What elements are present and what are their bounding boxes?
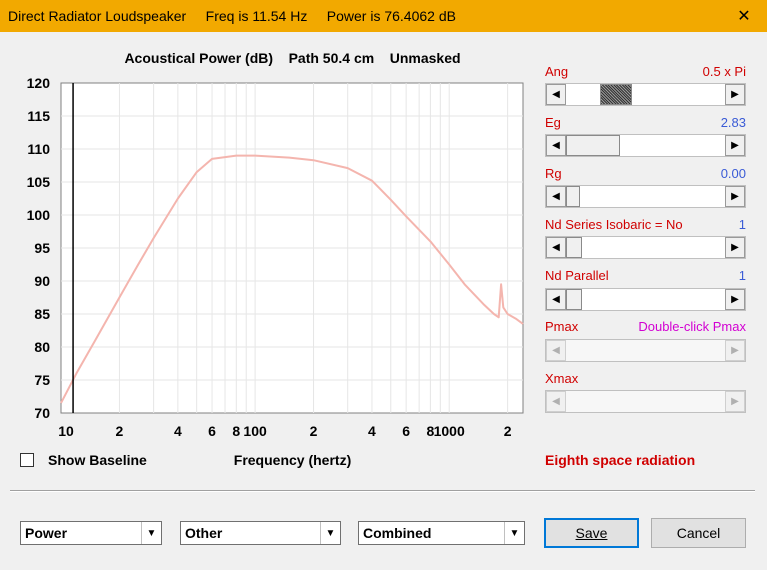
slider-label-ang: Ang <box>545 64 569 79</box>
y-tick-label: 110 <box>27 141 50 157</box>
ang-right-arrow-icon[interactable]: ▶ <box>725 84 745 105</box>
mode-dropdown-value: Power <box>25 525 68 541</box>
ang-slider[interactable]: ◀ ▶ <box>545 83 746 106</box>
combined-dropdown[interactable]: Combined ▼ <box>358 521 525 545</box>
window-title: Direct Radiator Loudspeaker Freq is 11.5… <box>8 8 456 24</box>
close-icon: ✕ <box>737 8 751 25</box>
x-tick-label: 4 <box>174 423 182 439</box>
xmax-slider: ◀ ▶ <box>545 390 746 413</box>
pmax-right-arrow-icon: ▶ <box>725 340 745 361</box>
slider-label-pmax: Pmax <box>545 319 579 334</box>
slider-value-ang: 0.5 x Pi <box>702 64 746 79</box>
cancel-button-label: Cancel <box>676 525 721 541</box>
eg-left-arrow-icon[interactable]: ◀ <box>546 135 566 156</box>
slider-label-xmax: Xmax <box>545 371 579 386</box>
title-bar: Direct Radiator Loudspeaker Freq is 11.5… <box>0 0 767 32</box>
combined-dropdown-value: Combined <box>363 525 432 541</box>
y-tick-label: 85 <box>34 306 50 322</box>
chevron-down-icon[interactable]: ▼ <box>504 522 524 544</box>
radiation-label: Eighth space radiation <box>545 452 696 468</box>
save-button-label: Save <box>575 525 608 541</box>
ang-slider-thumb[interactable] <box>600 84 632 105</box>
ang-left-arrow-icon[interactable]: ◀ <box>546 84 566 105</box>
nd-parallel-right-arrow-icon[interactable]: ▶ <box>725 289 745 310</box>
acoustical-power-chart: 70758085909510010511011512010 2 4 6 8 100 2 4 6 8… <box>27 75 524 439</box>
y-tick-label: 75 <box>34 372 50 388</box>
other-dropdown[interactable]: Other ▼ <box>180 521 341 545</box>
rg-right-arrow-icon[interactable]: ▶ <box>725 186 745 207</box>
slider-label-eg: Eg <box>545 115 561 130</box>
show-baseline-label[interactable]: Show Baseline <box>48 452 147 468</box>
y-tick-label: 115 <box>27 108 50 124</box>
rg-slider-thumb[interactable] <box>566 186 580 207</box>
slider-value-eg: 2.83 <box>720 115 746 130</box>
chevron-down-icon[interactable]: ▼ <box>320 522 340 544</box>
nd-parallel-slider[interactable]: ◀ ▶ <box>545 288 746 311</box>
pmax-left-arrow-icon: ◀ <box>546 340 566 361</box>
y-tick-label: 95 <box>34 240 50 256</box>
x-tick-label: 2 <box>310 423 318 439</box>
save-button[interactable]: Save <box>544 518 639 548</box>
x-tick-label: 6 <box>402 423 410 439</box>
close-button[interactable]: ✕ <box>721 0 767 32</box>
rg-slider[interactable]: ◀ ▶ <box>545 185 746 208</box>
eg-slider[interactable]: ◀ ▶ <box>545 134 746 157</box>
x-tick-label: 6 <box>208 423 216 439</box>
show-baseline-checkbox[interactable] <box>20 453 34 467</box>
other-dropdown-value: Other <box>185 525 223 541</box>
y-tick-label: 90 <box>34 273 50 289</box>
cancel-button[interactable]: Cancel <box>651 518 746 548</box>
x-tick-label: 4 <box>368 423 376 439</box>
nd-series-right-arrow-icon[interactable]: ▶ <box>725 237 745 258</box>
x-tick-label: 8 <box>232 423 240 439</box>
slider-value-nd-parallel: 1 <box>738 268 746 283</box>
separator <box>10 490 755 492</box>
nd-series-left-arrow-icon[interactable]: ◀ <box>546 237 566 258</box>
pmax-slider: ◀ ▶ <box>545 339 746 362</box>
chevron-down-icon[interactable]: ▼ <box>141 522 161 544</box>
slider-label-nd-parallel: Nd Parallel <box>545 268 609 283</box>
y-tick-label: 105 <box>27 174 51 190</box>
x-tick-label: 2 <box>504 423 512 439</box>
xmax-left-arrow-icon: ◀ <box>546 391 566 412</box>
eg-slider-thumb[interactable] <box>566 135 620 156</box>
slider-value-rg: 0.00 <box>720 166 746 181</box>
rg-left-arrow-icon[interactable]: ◀ <box>546 186 566 207</box>
x-tick-label: 100 <box>243 423 267 439</box>
y-tick-label: 80 <box>34 339 50 355</box>
y-tick-label: 70 <box>34 405 50 421</box>
eg-right-arrow-icon[interactable]: ▶ <box>725 135 745 156</box>
nd-parallel-slider-thumb[interactable] <box>566 289 582 310</box>
slider-value-nd-series: 1 <box>738 217 746 232</box>
y-tick-label: 100 <box>27 207 51 223</box>
slider-value-pmax[interactable]: Double-click Pmax <box>626 319 746 334</box>
nd-parallel-left-arrow-icon[interactable]: ◀ <box>546 289 566 310</box>
y-tick-label: 120 <box>27 75 51 91</box>
x-tick-label: 10 <box>58 423 74 439</box>
x-axis-label: Frequency (hertz) <box>233 452 352 468</box>
mode-dropdown[interactable]: Power ▼ <box>20 521 162 545</box>
chart-title: Acoustical Power (dB) Path 50.4 cm Unmas… <box>124 50 461 66</box>
nd-series-slider-thumb[interactable] <box>566 237 582 258</box>
slider-label-rg: Rg <box>545 166 562 181</box>
x-tick-label: 1000 <box>434 423 465 439</box>
x-tick-label: 2 <box>116 423 124 439</box>
nd-series-slider[interactable]: ◀ ▶ <box>545 236 746 259</box>
xmax-right-arrow-icon: ▶ <box>725 391 745 412</box>
